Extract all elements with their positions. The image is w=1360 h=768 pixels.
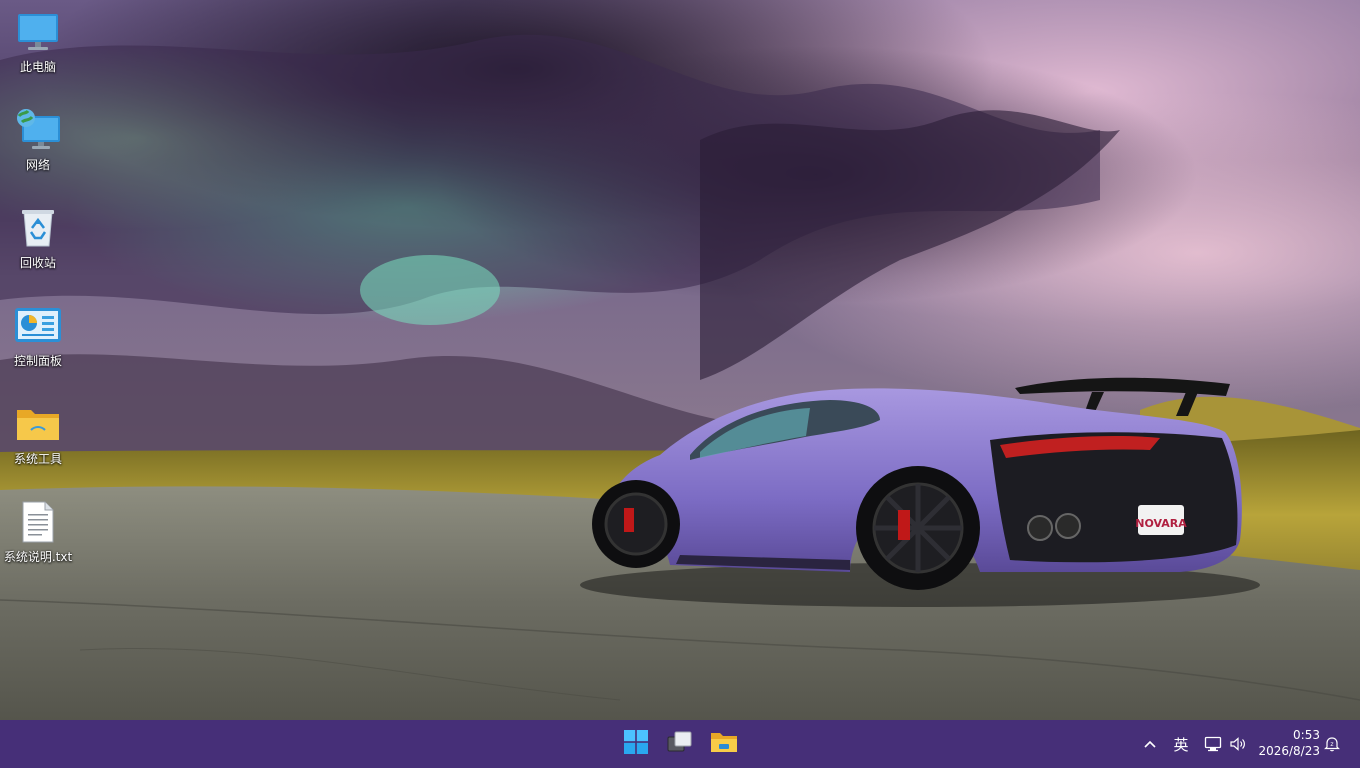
file-explorer-icon bbox=[710, 730, 738, 758]
desktop-icon-system-tools[interactable]: 系统工具 bbox=[0, 400, 76, 467]
network-icon bbox=[14, 106, 62, 154]
task-view-icon bbox=[667, 731, 693, 757]
show-hidden-icons-button[interactable] bbox=[1140, 732, 1160, 756]
clock-time: 0:53 bbox=[1293, 728, 1320, 742]
desktop-icon-network[interactable]: 网络 bbox=[0, 106, 76, 173]
desktop-icon-label: 系统说明.txt bbox=[3, 550, 73, 564]
network-tray-icon[interactable] bbox=[1203, 732, 1223, 756]
windows-logo-icon bbox=[624, 730, 648, 758]
chevron-up-icon bbox=[1144, 740, 1156, 748]
control-panel-icon bbox=[14, 302, 62, 350]
task-view-button[interactable] bbox=[662, 726, 698, 762]
file-explorer-button[interactable] bbox=[706, 726, 742, 762]
desktop-icon-label: 回收站 bbox=[19, 256, 56, 270]
desktop-icon-label: 系统工具 bbox=[13, 452, 62, 466]
desktop-icon-label: 此电脑 bbox=[19, 60, 56, 74]
clock[interactable]: 0:53 2026/8/23 bbox=[1250, 727, 1320, 759]
volume-icon[interactable] bbox=[1228, 732, 1248, 756]
computer-icon bbox=[14, 8, 62, 56]
folder-icon bbox=[14, 400, 62, 448]
clock-date: 2026/8/23 bbox=[1258, 744, 1320, 758]
text-file-icon bbox=[14, 498, 62, 546]
notification-icon[interactable]: z bbox=[1322, 732, 1342, 756]
svg-text:z: z bbox=[1330, 741, 1333, 748]
desktop-icon-control-panel[interactable]: 控制面板 bbox=[0, 302, 76, 369]
desktop-icon-label: 网络 bbox=[25, 158, 50, 172]
desktop-icon-label: 控制面板 bbox=[13, 354, 62, 368]
desktop-icon-this-pc[interactable]: 此电脑 bbox=[0, 8, 76, 75]
desktop: NOVARA 此电脑 网络 回收站 控制面板 系统工具 系统说明.txt bbox=[0, 0, 1360, 720]
input-method-indicator[interactable]: 英 bbox=[1170, 732, 1192, 756]
wallpaper: NOVARA bbox=[0, 0, 1360, 720]
start-button[interactable] bbox=[618, 726, 654, 762]
recycle-bin-icon bbox=[14, 204, 62, 252]
desktop-icon-readme-txt[interactable]: 系统说明.txt bbox=[0, 498, 76, 565]
license-plate-text: NOVARA bbox=[1135, 517, 1187, 530]
taskbar: 英 0:53 2026/8/23 z bbox=[0, 720, 1360, 768]
desktop-icon-recycle-bin[interactable]: 回收站 bbox=[0, 204, 76, 271]
